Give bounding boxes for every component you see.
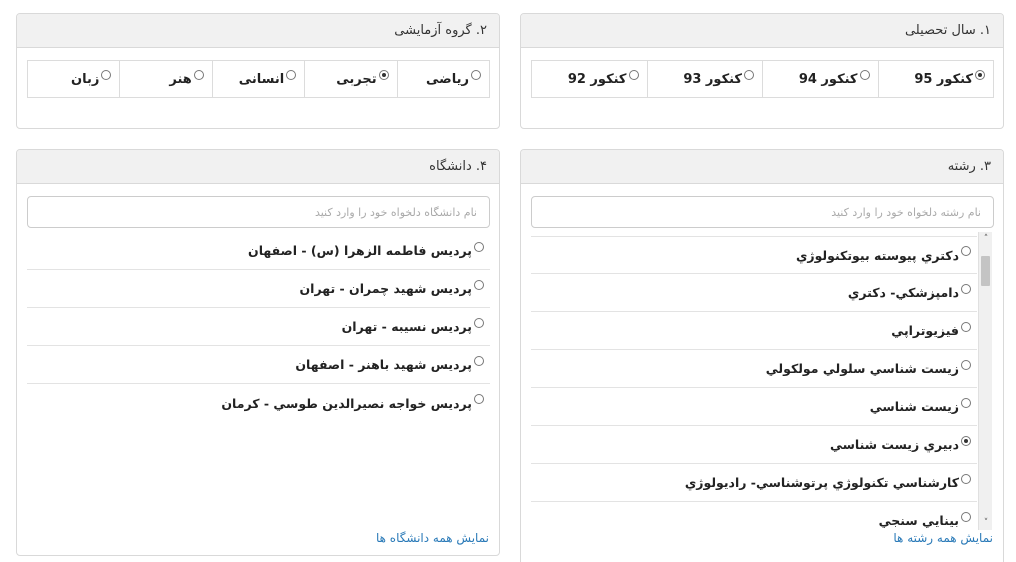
item-label: پرديس خواجه نصيرالدين طوسي - کرمان (221, 395, 472, 411)
list-item[interactable]: بينايي سنجي (531, 502, 977, 528)
radio-icon[interactable] (286, 70, 297, 80)
option-label: انسانی (238, 71, 285, 87)
scroll-thumb[interactable] (981, 256, 990, 286)
item-label: دبيري زيست شناسي (829, 437, 959, 452)
list-item[interactable]: پرديس شهيد باهنر - اصفهان (27, 346, 490, 384)
panel-title-university: ۴. دانشگاه (17, 150, 499, 184)
panel-title-academic-year: ۱. سال تحصیلی (521, 14, 1003, 48)
list-item[interactable]: پرديس نسيبه - تهران (27, 308, 490, 346)
list-item[interactable]: زيست شناسي (531, 388, 977, 426)
option-group-humanities[interactable]: انسانی (211, 61, 304, 97)
option-year-92[interactable]: کنکور 92 (532, 61, 647, 97)
scroll-up-icon[interactable]: ˄ (979, 232, 993, 246)
option-group-language[interactable]: زبان (28, 61, 119, 97)
radio-icon[interactable] (961, 435, 971, 446)
university-list: پرديس فاطمه الزهرا (س) - اصفهان پرديس شه… (27, 232, 490, 432)
list-item[interactable]: پرديس شهيد چمران - تهران (27, 270, 490, 308)
radio-icon[interactable] (378, 70, 389, 80)
radio-icon[interactable] (474, 355, 484, 366)
list-item[interactable]: دکتري پيوسته بيوتکنولوژي (531, 236, 977, 274)
radio-icon[interactable] (961, 246, 971, 256)
radio-icon[interactable] (101, 70, 112, 80)
university-search-input[interactable] (27, 196, 490, 228)
item-label: پرديس شهيد باهنر - اصفهان (295, 357, 472, 372)
radio-icon[interactable] (859, 70, 870, 80)
year-options: کنکور 95 کنکور 94 کنکور 93 کنکور 92 (531, 60, 994, 98)
option-label: زبان (71, 71, 100, 87)
radio-icon[interactable] (193, 70, 204, 80)
group-options: ریاضی تجربی انسانی هنر زبان (27, 60, 490, 98)
item-label: زيست شناسي (869, 399, 959, 414)
option-label: کنکور 94 (798, 71, 858, 87)
radio-icon[interactable] (474, 317, 484, 328)
radio-icon[interactable] (744, 70, 754, 80)
item-label: بينايي سنجي (878, 513, 959, 528)
option-group-art[interactable]: هنر (119, 61, 211, 97)
item-label: زيست شناسي سلولي مولکولي (765, 361, 959, 376)
option-group-experimental[interactable]: تجربی (304, 61, 396, 97)
option-label: تجربی (336, 71, 377, 87)
item-label: دامپزشکي- دکتري (847, 285, 959, 300)
radio-icon[interactable] (471, 70, 481, 80)
list-item[interactable]: فيزيوتراپي (531, 312, 977, 350)
radio-icon[interactable] (961, 473, 971, 484)
show-all-universities-link[interactable]: نمایش همه دانشگاه ها (376, 531, 489, 545)
item-label: پرديس نسيبه - تهران (341, 319, 472, 334)
item-label: دکتري پيوسته بيوتکنولوژي (795, 247, 959, 263)
panel-title-test-group: ۲. گروه آزمایشی (17, 14, 499, 48)
radio-icon[interactable] (474, 279, 484, 290)
field-search-input[interactable] (531, 196, 994, 228)
item-label: کارشناسي تکنولوژي پرتوشناسي- راديولوژي (684, 475, 959, 490)
option-label: کنکور 93 (683, 71, 742, 87)
option-year-93[interactable]: کنکور 93 (646, 61, 763, 97)
list-item[interactable]: کارشناسي تکنولوژي پرتوشناسي- راديولوژي (531, 464, 977, 502)
panel-university: ۴. دانشگاه پرديس فاطمه الزهرا (س) - اصفه… (16, 149, 500, 556)
panel-test-group: ۲. گروه آزمایشی ریاضی تجربی انسانی هنر ز… (16, 13, 500, 129)
radio-icon[interactable] (474, 394, 484, 404)
list-item[interactable]: پرديس فاطمه الزهرا (س) - اصفهان (27, 232, 490, 270)
field-list-scrollbar[interactable]: ˄ ˅ (978, 232, 992, 530)
field-list: دکتري پيوسته بيوتکنولوژي دامپزشکي- دکتري… (531, 236, 977, 528)
option-label: کنکور 95 (914, 71, 973, 87)
radio-icon[interactable] (961, 397, 971, 408)
list-item[interactable]: پرديس خواجه نصيرالدين طوسي - کرمان (27, 384, 490, 422)
option-group-math[interactable]: ریاضی (396, 61, 489, 97)
item-label: پرديس شهيد چمران - تهران (299, 281, 472, 296)
item-label: پرديس فاطمه الزهرا (س) - اصفهان (248, 243, 472, 258)
scroll-down-icon[interactable]: ˅ (979, 516, 993, 530)
radio-icon[interactable] (975, 70, 985, 80)
item-label: فيزيوتراپي (891, 323, 959, 338)
panel-title-field: ۳. رشته (521, 150, 1003, 184)
panel-academic-year: ۱. سال تحصیلی کنکور 95 کنکور 94 کنکور 93… (520, 13, 1004, 129)
option-label: ریاضی (426, 71, 469, 87)
option-label: هنر (169, 71, 192, 87)
option-label: کنکور 92 (567, 71, 627, 87)
list-item[interactable]: دبيري زيست شناسي (531, 426, 977, 464)
list-item[interactable]: دامپزشکي- دکتري (531, 274, 977, 312)
radio-icon[interactable] (961, 321, 971, 332)
list-item[interactable]: زيست شناسي سلولي مولکولي (531, 350, 977, 388)
radio-icon[interactable] (628, 70, 639, 80)
option-year-94[interactable]: کنکور 94 (762, 61, 878, 97)
radio-icon[interactable] (961, 359, 971, 370)
radio-icon[interactable] (474, 241, 484, 252)
panel-field: ۳. رشته دکتري پيوسته بيوتکنولوژي دامپزشک… (520, 149, 1004, 562)
radio-icon[interactable] (961, 283, 971, 294)
option-year-95[interactable]: کنکور 95 (877, 61, 994, 97)
show-all-fields-link[interactable]: نمایش همه رشته ها (893, 531, 993, 545)
radio-icon[interactable] (961, 511, 971, 522)
